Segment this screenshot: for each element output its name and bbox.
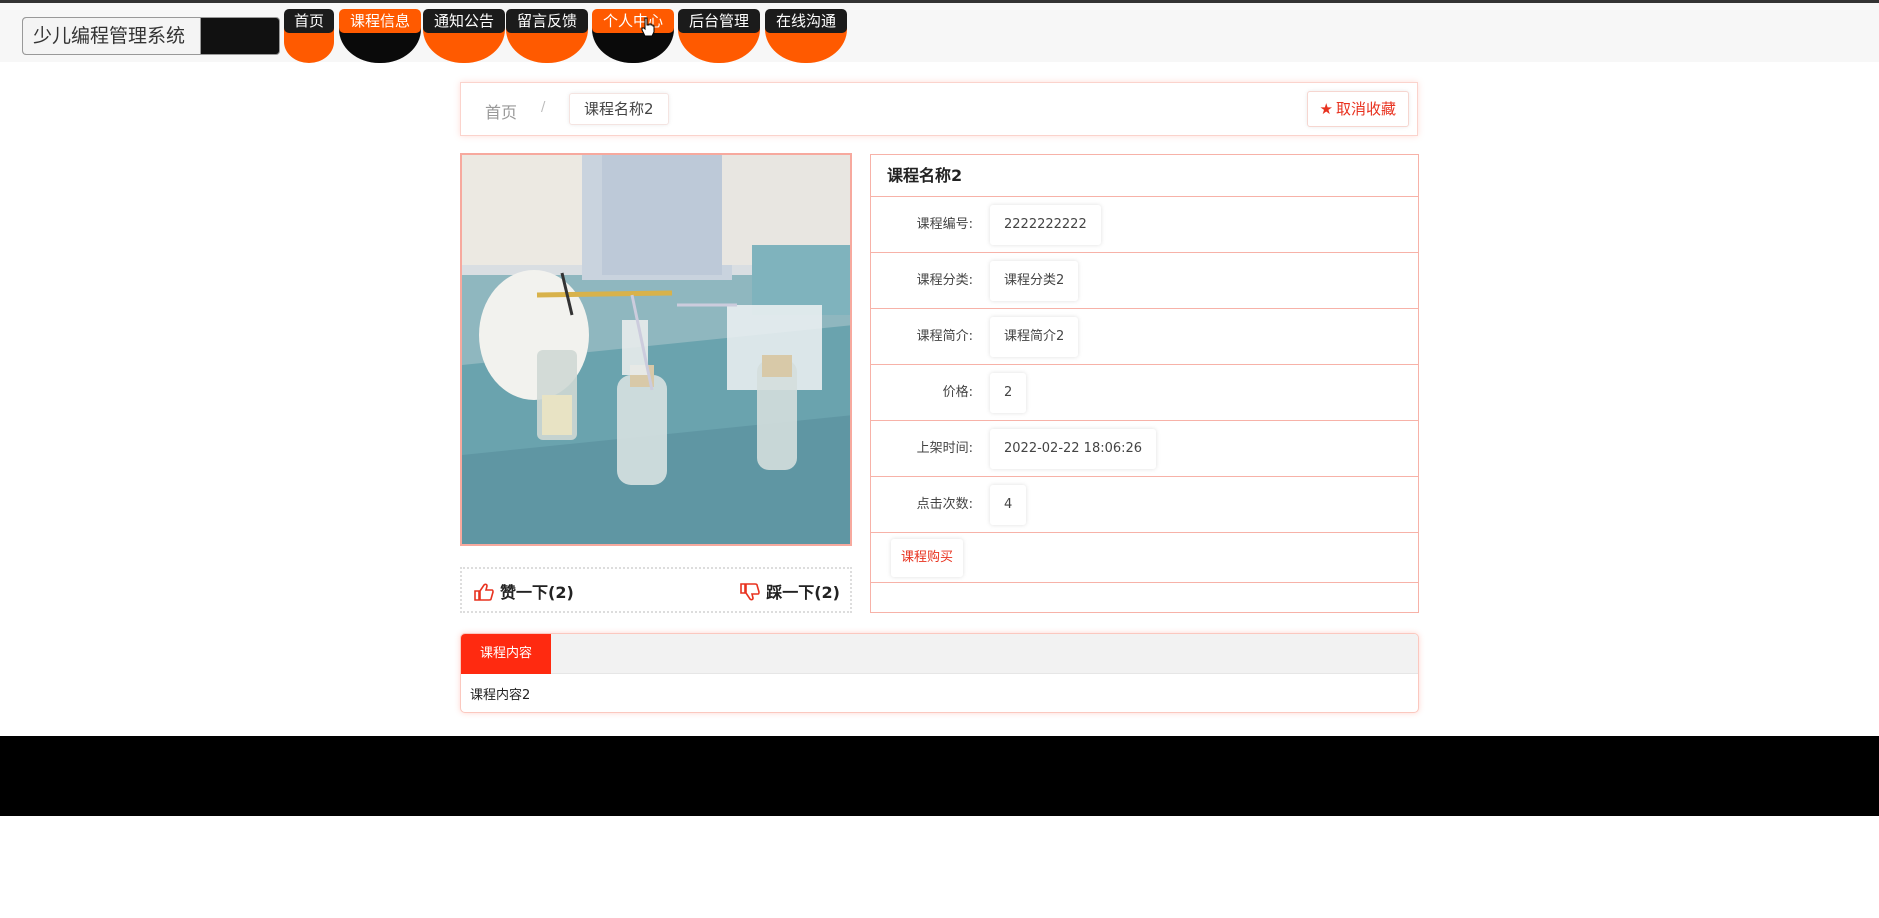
course-image	[460, 153, 852, 546]
lab-bottles-photo	[462, 155, 850, 544]
field-value: 课程简介2	[990, 317, 1079, 357]
like-button[interactable]: 赞一下(2)	[474, 579, 574, 603]
detail-row-actions: 课程购买	[871, 533, 1418, 583]
field-value: 2022-02-22 18:06:26	[990, 429, 1157, 469]
nav-label[interactable]: 课程信息	[339, 9, 421, 33]
nav-item-notices[interactable]: 通知公告	[423, 9, 505, 63]
course-content-panel: 课程内容 课程内容2	[460, 633, 1419, 713]
dislike-button[interactable]: 踩一下(2)	[740, 579, 840, 603]
detail-row-summary: 课程简介: 课程简介2	[871, 309, 1418, 365]
detail-row-category: 课程分类: 课程分类2	[871, 253, 1418, 309]
field-label: 点击次数:	[916, 497, 973, 512]
nav-label[interactable]: 通知公告	[423, 9, 505, 33]
site-title: 少儿编程管理系统	[23, 18, 201, 54]
detail-row-clicks: 点击次数: 4	[871, 477, 1418, 533]
field-label: 课程简介:	[916, 329, 973, 344]
breadcrumb-home-link[interactable]: 首页	[485, 99, 517, 123]
thumbs-down-icon	[740, 583, 761, 601]
breadcrumb-separator: /	[541, 100, 546, 115]
field-label: 课程编号:	[916, 217, 973, 232]
footer	[0, 736, 1879, 816]
vote-bar: 赞一下(2) 踩一下(2)	[460, 567, 852, 613]
nav-item-admin[interactable]: 后台管理	[678, 9, 760, 63]
like-label: 赞一下(2)	[500, 583, 574, 602]
content-tab-bar: 课程内容	[461, 634, 1418, 674]
top-navigation-bar: 少儿编程管理系统 首页 课程信息 通知公告 留言反馈 个人中心 后台管理 在线沟…	[0, 0, 1879, 63]
hand-cursor-icon	[641, 17, 655, 37]
field-value: 4	[990, 485, 1027, 525]
nav-item-home[interactable]: 首页	[284, 9, 334, 63]
detail-row-listed-time: 上架时间: 2022-02-22 18:06:26	[871, 421, 1418, 477]
field-label: 价格:	[942, 385, 973, 400]
nav-label[interactable]: 留言反馈	[506, 9, 588, 33]
course-detail-table: 课程名称2 课程编号: 2222222222 课程分类: 课程分类2 课程简介:…	[870, 154, 1419, 613]
brand-box: 少儿编程管理系统	[22, 17, 280, 55]
buy-course-button[interactable]: 课程购买	[891, 539, 964, 577]
field-value: 2222222222	[990, 205, 1101, 245]
course-content-text: 课程内容2	[470, 688, 531, 703]
field-label: 上架时间:	[916, 441, 973, 456]
nav-label[interactable]: 在线沟通	[765, 9, 847, 33]
nav-item-chat[interactable]: 在线沟通	[765, 9, 847, 63]
nav-item-feedback[interactable]: 留言反馈	[506, 9, 588, 63]
nav-item-courses[interactable]: 课程信息	[339, 9, 421, 63]
unfavorite-button[interactable]: ★ 取消收藏	[1306, 91, 1409, 127]
field-value: 2	[990, 373, 1027, 413]
nav-label[interactable]: 个人中心	[592, 9, 674, 33]
dislike-label: 踩一下(2)	[766, 583, 840, 602]
star-icon: ★	[1319, 100, 1333, 118]
course-title: 课程名称2	[871, 155, 1418, 197]
thumbs-up-icon	[474, 583, 494, 601]
field-label: 课程分类:	[916, 273, 973, 288]
tab-course-content[interactable]: 课程内容	[461, 634, 552, 674]
breadcrumb-current: 课程名称2	[569, 93, 669, 125]
field-value: 课程分类2	[990, 261, 1079, 301]
detail-row-code: 课程编号: 2222222222	[871, 197, 1418, 253]
nav-item-profile[interactable]: 个人中心	[592, 9, 674, 63]
nav-label[interactable]: 后台管理	[678, 9, 760, 33]
nav-label[interactable]: 首页	[284, 9, 334, 33]
breadcrumb: 首页 / 课程名称2 ★ 取消收藏	[460, 82, 1418, 136]
detail-row-price: 价格: 2	[871, 365, 1418, 421]
unfavorite-label: 取消收藏	[1335, 100, 1396, 118]
